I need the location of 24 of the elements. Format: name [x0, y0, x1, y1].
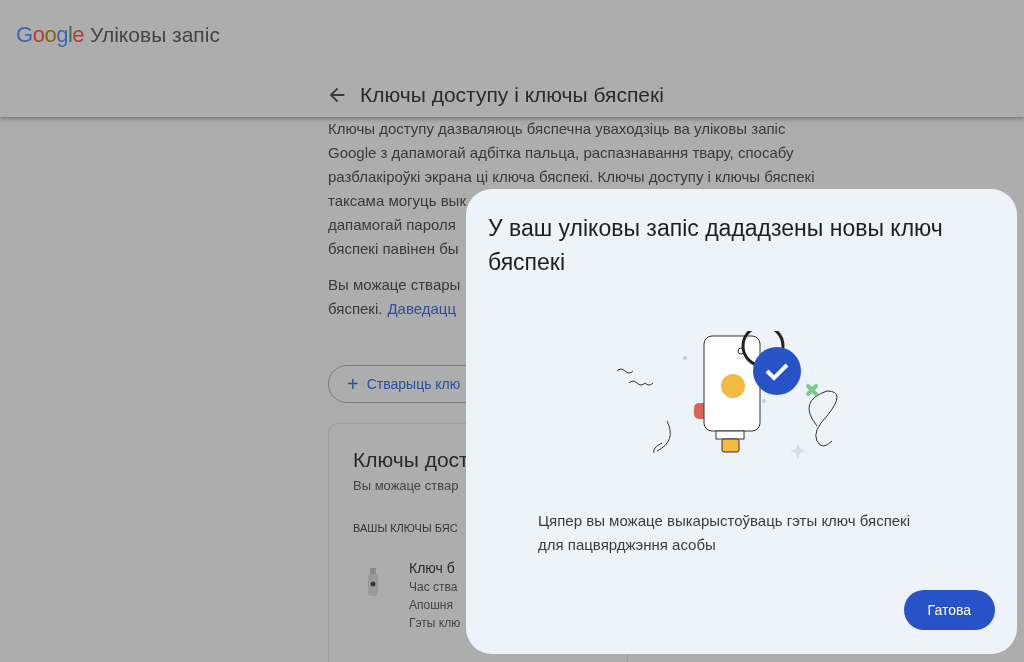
- learn-more-link[interactable]: Даведацц: [387, 297, 456, 321]
- section-label: ВАШЫ КЛЮЧЫ БЯС: [353, 521, 458, 536]
- card-subtitle: Вы можаце ствар: [353, 477, 459, 495]
- plus-icon: +: [347, 374, 359, 394]
- body-text: Google з дапамогай адбітка пальца, распазнавання твару, спосабу: [328, 143, 794, 163]
- product-name: Уліковы запіс: [90, 21, 220, 48]
- usb-key-icon: [367, 568, 379, 596]
- body-text: Вы можаце ствары: [328, 275, 461, 295]
- key-detail: Час ства: [409, 579, 458, 596]
- done-button[interactable]: Гатова: [903, 590, 995, 630]
- page-title: Ключы доступу і ключы бяспекі: [360, 82, 664, 108]
- body-text: Ключы доступу дазваляюць бяспечна уваходзіць ва уліковы запіс: [328, 119, 786, 139]
- dialog-title: У ваш уліковы запіс дададзены новы ключ бяспекі: [488, 214, 944, 277]
- key-detail: Гэты клю: [409, 615, 461, 632]
- body-text: разблакіроўкі экрана ці ключа бяспекі. Ключы доступу і ключы бяспекі: [328, 167, 815, 187]
- logo: Google: [16, 21, 84, 49]
- body-text: бяспекі.: [328, 299, 383, 319]
- body-text: бяспекі павінен бы: [328, 239, 459, 259]
- key-name: Ключ б: [409, 559, 455, 578]
- key-detail: Апошня: [409, 597, 453, 614]
- body-text: дапамогай пароля: [328, 215, 456, 235]
- body-text: таксама могуць вык: [328, 191, 466, 211]
- dialog-message: Цяпер вы можаце выкарыстоўваць гэты ключ бяспекі для пацвярджэння асобы: [537, 511, 912, 555]
- card-title: Ключы дост: [353, 448, 470, 472]
